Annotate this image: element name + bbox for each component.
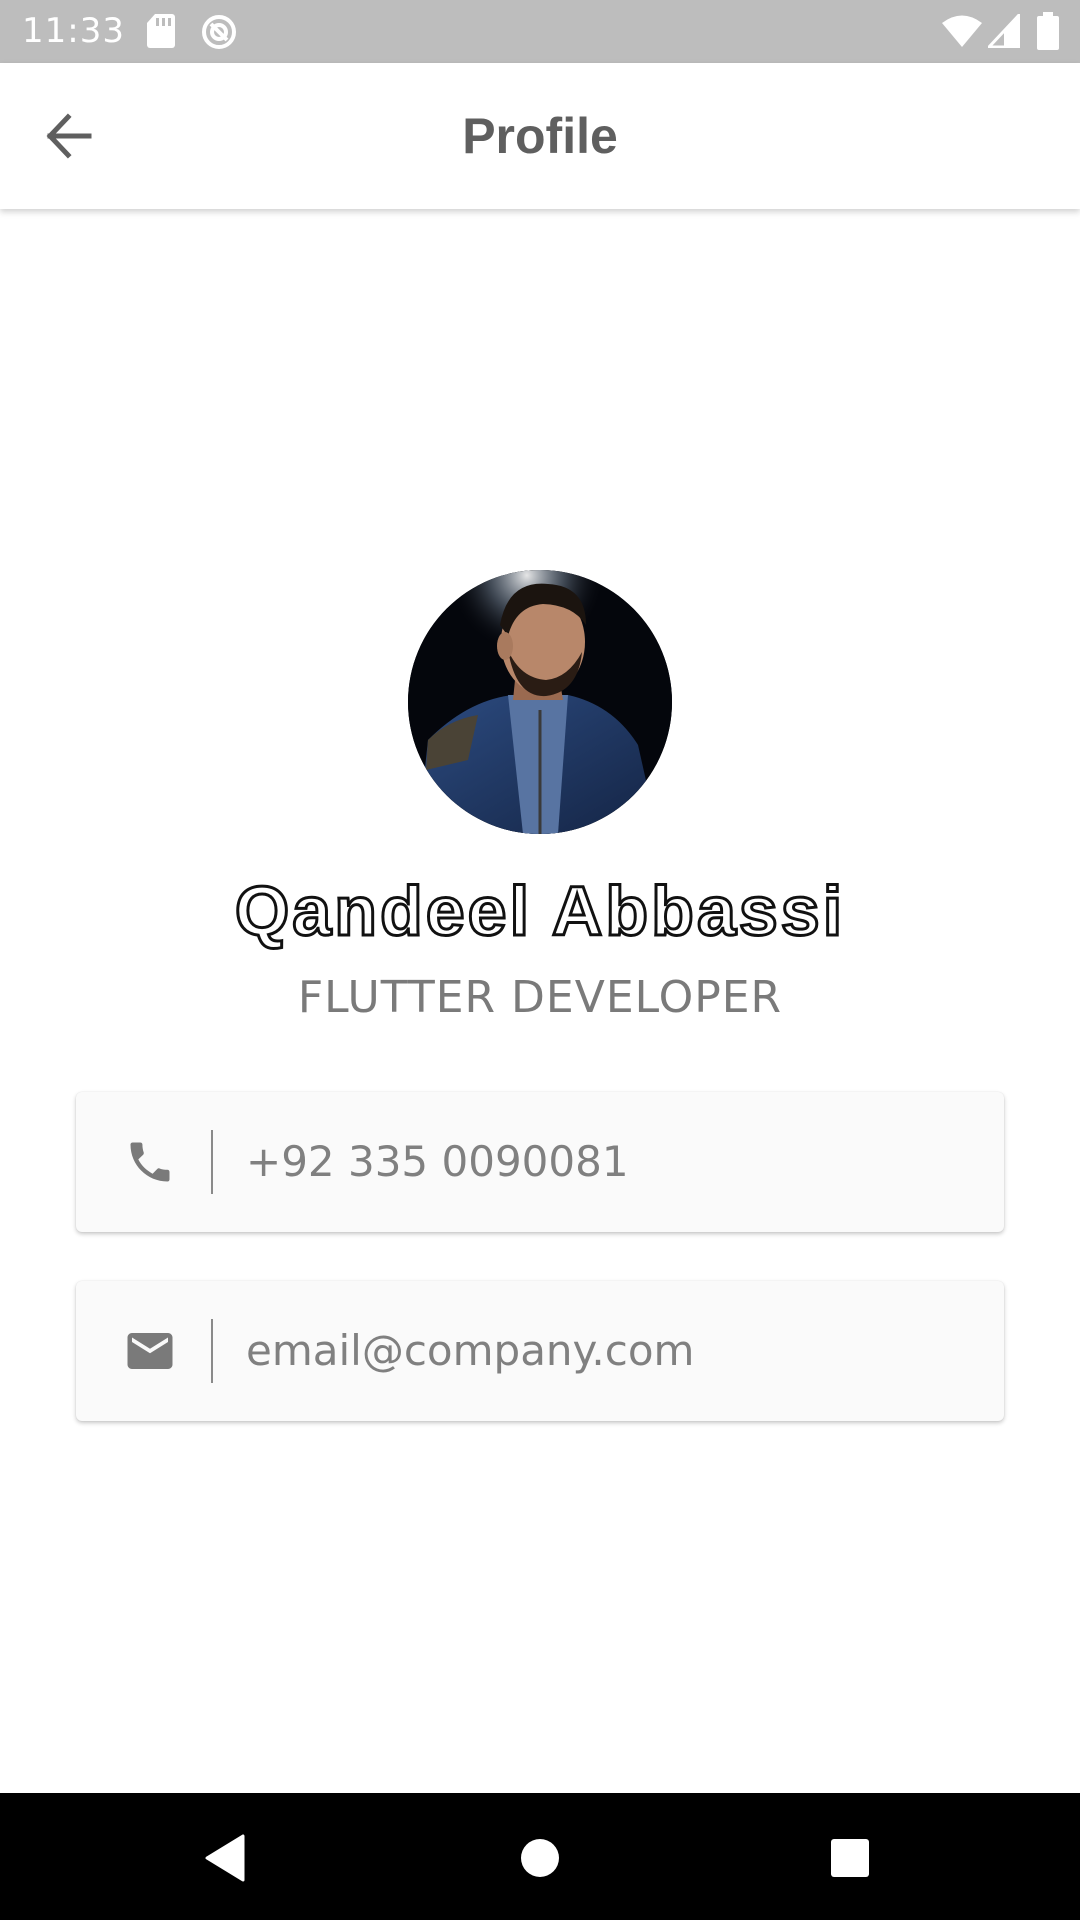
phone-icon-container <box>120 1132 180 1192</box>
navigation-bar <box>0 1793 1080 1920</box>
arrow-back-icon <box>46 113 92 159</box>
avatar <box>408 570 672 834</box>
home-circle-icon <box>521 1839 559 1877</box>
signal-icon <box>988 14 1020 48</box>
sync-icon <box>202 15 236 49</box>
phone-card[interactable]: +92 335 0090081 <box>76 1092 1004 1232</box>
recents-square-icon <box>831 1839 869 1877</box>
wifi-icon <box>942 15 982 47</box>
nav-back-button[interactable] <box>190 1823 260 1893</box>
sd-card-icon <box>147 14 175 48</box>
profile-photo <box>408 570 672 834</box>
profile-role: FLUTTER DEVELOPER <box>297 972 783 1023</box>
app-bar: Profile <box>0 63 1080 209</box>
status-bar: 11:33 <box>0 0 1080 63</box>
back-triangle-icon <box>205 1834 245 1882</box>
nav-recents-button[interactable] <box>815 1823 885 1893</box>
card-divider <box>211 1130 213 1194</box>
phone-icon <box>130 1142 170 1182</box>
battery-icon <box>1037 12 1059 50</box>
email-value: email@company.com <box>246 1326 695 1375</box>
profile-name-container: Qandeel Abbassi <box>0 868 1080 954</box>
card-divider <box>211 1319 213 1383</box>
phone-value: +92 335 0090081 <box>246 1137 629 1186</box>
page-title: Profile <box>462 108 618 164</box>
email-icon <box>127 1333 173 1369</box>
profile-name: Qandeel Abbassi <box>233 871 846 952</box>
email-card[interactable]: email@company.com <box>76 1281 1004 1421</box>
back-button[interactable] <box>36 103 102 169</box>
email-icon-container <box>120 1321 180 1381</box>
status-time: 11:33 <box>22 11 125 51</box>
nav-home-button[interactable] <box>505 1823 575 1893</box>
